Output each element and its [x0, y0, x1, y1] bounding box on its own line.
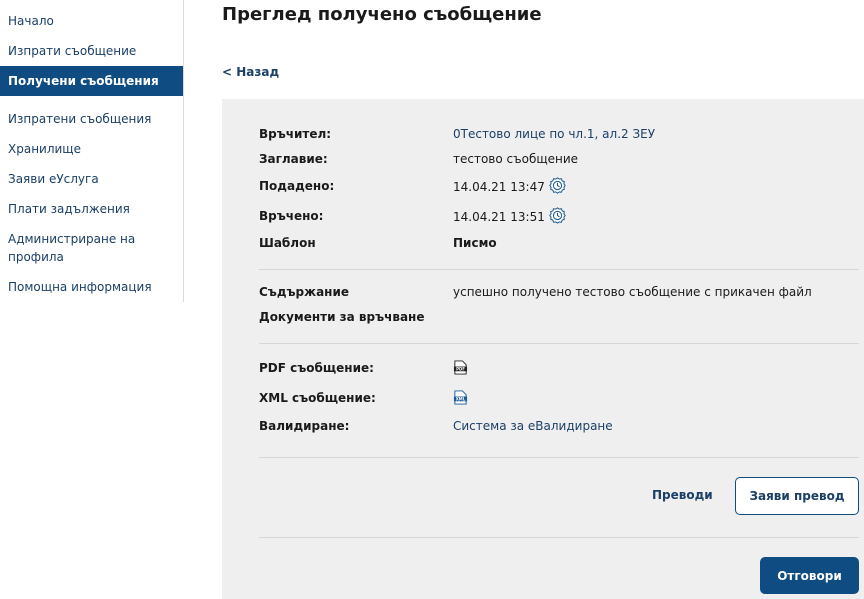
- template-label: Шаблон: [259, 236, 316, 250]
- svg-text:PDF: PDF: [456, 367, 465, 372]
- page-title: Преглед получено съобщение: [222, 4, 542, 25]
- delivered-value: 14.04.21 13:51: [453, 210, 545, 224]
- subject-label: Заглавие:: [259, 152, 328, 166]
- sidebar-item-send-message[interactable]: Изпрати съобщение: [0, 42, 183, 60]
- template-value: Писмо: [453, 236, 497, 250]
- sidebar-item-request-eservice[interactable]: Заяви еУслуга: [0, 170, 183, 188]
- section-divider: [259, 457, 859, 458]
- sidebar-item-pay-obligations[interactable]: Плати задължения: [0, 200, 183, 218]
- xml-file-icon[interactable]: XML: [453, 390, 468, 405]
- sidebar-item-home[interactable]: Начало: [0, 12, 183, 30]
- content-value: успешно получено тестово съобщение с при…: [453, 285, 812, 299]
- sidebar-item-profile-admin-line1: Администриране на: [8, 232, 136, 246]
- delivered-value-row: 14.04.21 13:51: [453, 207, 566, 227]
- validation-label: Валидиране:: [259, 419, 350, 433]
- submitted-value-row: 14.04.21 13:47: [453, 177, 566, 197]
- submitted-value: 14.04.21 13:47: [453, 180, 545, 194]
- submitted-label: Подадено:: [259, 179, 335, 193]
- sender-value[interactable]: 0Тестово лице по чл.1, ал.2 ЗЕУ: [453, 127, 655, 141]
- section-divider: [259, 343, 859, 344]
- validation-link[interactable]: Система за еВалидиране: [453, 419, 613, 433]
- reply-button[interactable]: Отговори: [760, 557, 859, 594]
- content-label: Съдържание: [259, 285, 349, 299]
- sidebar-item-storage[interactable]: Хранилище: [0, 140, 183, 158]
- documents-label: Документи за връчване: [259, 310, 425, 324]
- message-details-panel: Връчител: 0Тестово лице по чл.1, ал.2 ЗЕ…: [222, 99, 864, 599]
- sidebar-item-received-messages[interactable]: Получени съобщения: [0, 66, 183, 96]
- svg-text:XML: XML: [456, 397, 466, 402]
- sidebar-nav: Начало Изпрати съобщение Получени съобще…: [0, 0, 184, 302]
- sidebar-item-sent-messages[interactable]: Изпратени съобщения: [0, 110, 183, 128]
- delivered-label: Връчено:: [259, 209, 324, 223]
- sidebar-item-profile-admin[interactable]: Администриране на профила: [0, 230, 183, 266]
- back-link[interactable]: < Назад: [222, 65, 279, 79]
- delivered-timestamp-clock-icon[interactable]: [549, 207, 566, 227]
- sender-label: Връчител:: [259, 127, 332, 141]
- pdf-file-icon[interactable]: PDF: [453, 360, 468, 375]
- pdf-message-label: PDF съобщение:: [259, 361, 374, 375]
- translations-button[interactable]: Преводи: [652, 488, 713, 502]
- sidebar-item-help[interactable]: Помощна информация: [0, 278, 183, 296]
- request-translation-button[interactable]: Заяви превод: [735, 477, 859, 515]
- section-divider: [259, 537, 859, 538]
- xml-message-label: XML съобщение:: [259, 391, 376, 405]
- submitted-timestamp-clock-icon[interactable]: [549, 177, 566, 197]
- section-divider: [259, 269, 859, 270]
- sidebar-item-profile-admin-line2: профила: [8, 250, 64, 264]
- subject-value: тестово съобщение: [453, 152, 579, 166]
